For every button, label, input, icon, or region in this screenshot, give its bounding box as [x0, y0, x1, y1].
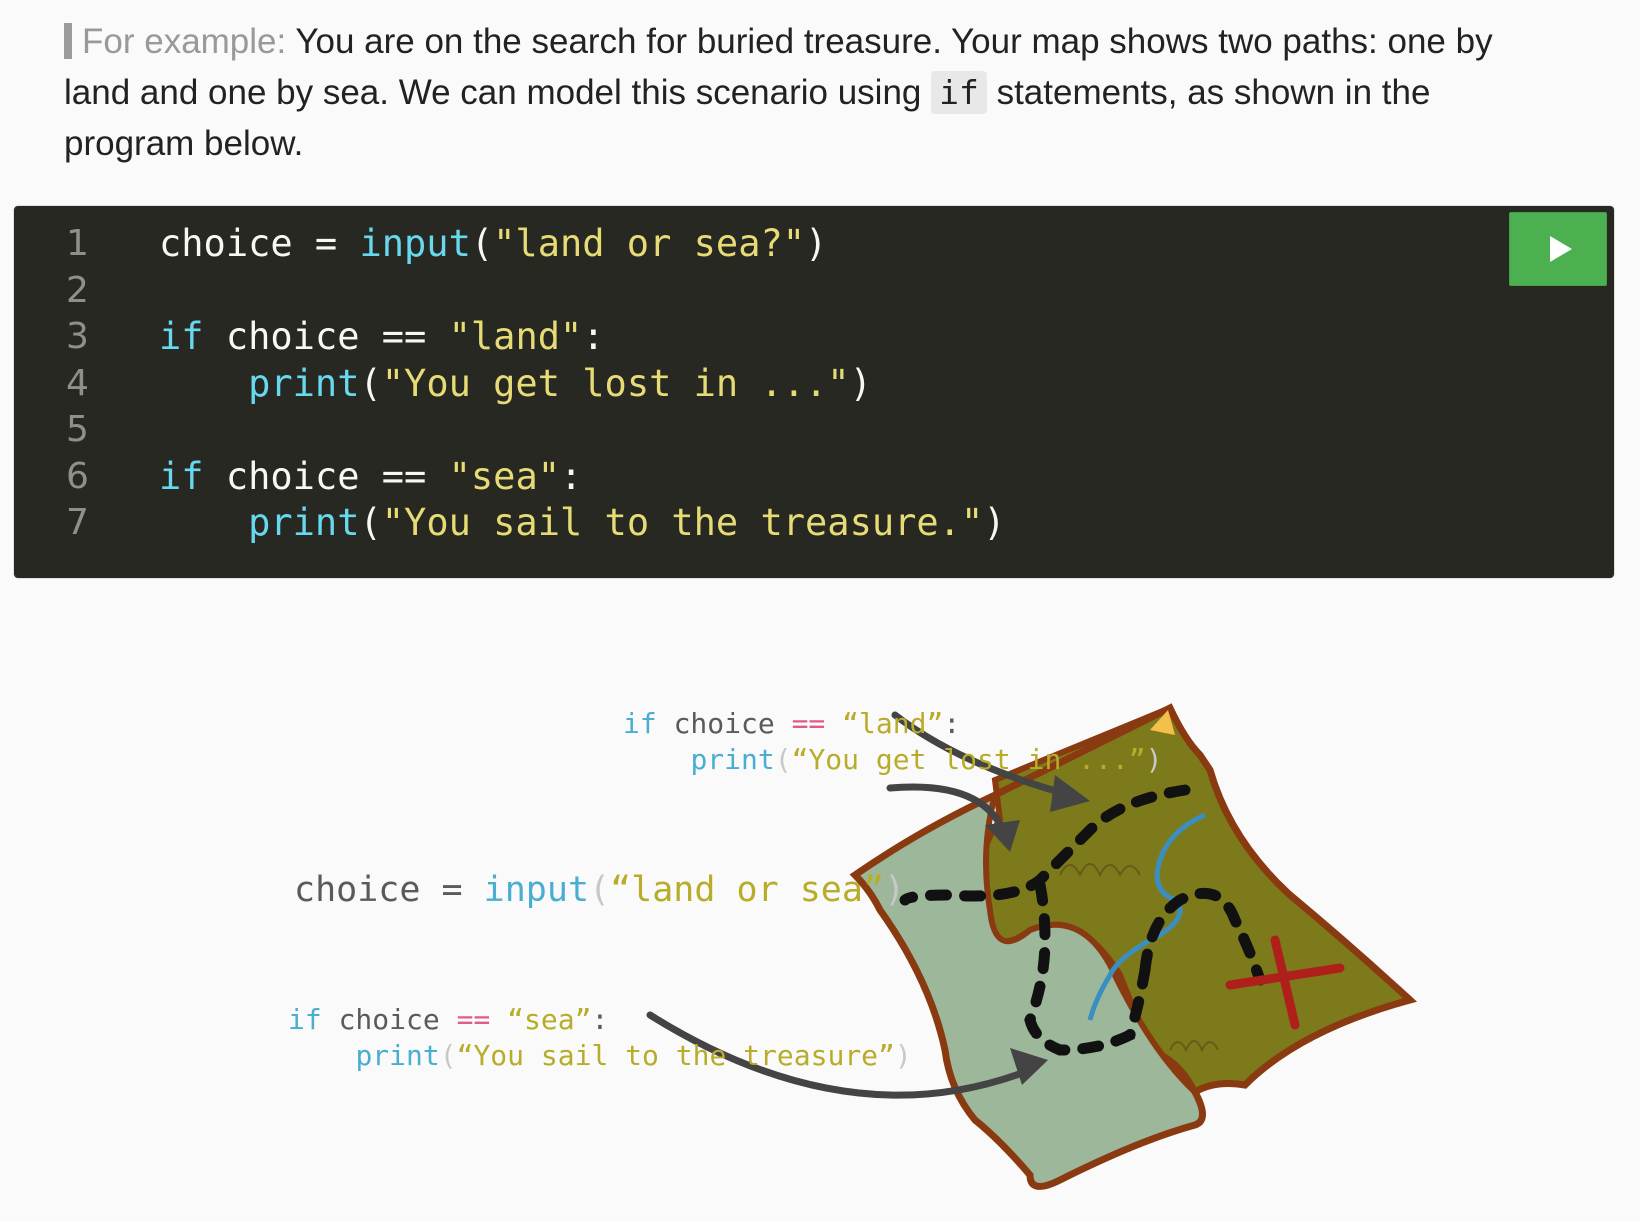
code-token: ( — [359, 501, 382, 544]
code-token: "land" — [448, 315, 583, 358]
annotation-token: “sea” — [507, 1003, 592, 1036]
annotation-token: if — [623, 707, 657, 740]
annotation-token: choice — [294, 870, 421, 910]
annotation-sea: if choice == “sea”: print(“You sail to t… — [288, 930, 912, 1146]
annotation-token — [825, 707, 842, 740]
code-token: choice — [159, 222, 293, 265]
line-number: 2 — [66, 269, 89, 311]
code-token: "sea" — [448, 454, 561, 498]
line-number: 1 — [66, 223, 89, 264]
annotation-token: if — [288, 1003, 322, 1036]
annotation-token — [490, 1003, 507, 1036]
line-source: if choice == "sea": — [159, 453, 582, 501]
annotation-token: ( — [589, 870, 611, 910]
annotation-token — [288, 1039, 355, 1072]
annotation-token: : — [591, 1003, 609, 1036]
quote-bar — [64, 23, 72, 59]
line-source: print("You sail to the treasure.") — [159, 499, 1006, 547]
line-source: if choice == "land": — [159, 313, 605, 361]
code-token: : — [582, 315, 605, 358]
annotation-token: ) — [1145, 743, 1163, 776]
code-token: ) — [983, 501, 1006, 544]
code-token: ) — [805, 222, 828, 265]
annotation-token: “land or sea” — [610, 870, 885, 910]
annotation-token: input — [483, 870, 590, 910]
annotation-token: ( — [439, 1039, 457, 1072]
code-token: "land or sea?" — [493, 222, 806, 265]
annotation-token: print — [690, 743, 775, 776]
code-token: ( — [359, 361, 382, 405]
annotation-token: ( — [774, 743, 792, 776]
code-token: "You get lost in ..." — [381, 361, 850, 405]
annotation-token: “land” — [842, 707, 944, 740]
code-token: if — [159, 454, 204, 498]
annotation-token: ) — [894, 1039, 912, 1072]
annotation-token: choice — [656, 707, 792, 740]
treasure-map-illustration: if choice == “land”: print(“You get lost… — [0, 580, 1640, 1216]
code-token: : — [560, 454, 583, 498]
annotation-token: == — [791, 707, 826, 740]
annotation-token: : — [943, 707, 961, 740]
code-token: print — [248, 501, 360, 544]
line-number: 5 — [66, 409, 89, 450]
code-token: = — [292, 222, 360, 265]
run-button[interactable] — [1509, 212, 1607, 286]
line-source: choice = input("land or sea?") — [159, 220, 827, 268]
code-token: print — [248, 361, 360, 405]
annotation-token: “You get lost in ...” — [791, 743, 1146, 776]
code-token: ) — [849, 361, 872, 405]
inline-code-if: if — [931, 71, 987, 114]
line-source: print("You get lost in ...") — [159, 360, 872, 408]
code-token: choice — [203, 454, 382, 498]
annotation-token: print — [355, 1039, 440, 1072]
code-token: if — [159, 315, 204, 358]
line-number: 7 — [66, 502, 89, 543]
line-number: 3 — [66, 316, 89, 357]
code-token: input — [359, 222, 471, 265]
code-token: ( — [470, 222, 494, 265]
code-token: == — [381, 315, 427, 358]
annotation-token: == — [456, 1003, 491, 1036]
code-token: == — [381, 454, 427, 498]
code-token: "You sail to the treasure." — [381, 501, 984, 544]
code-editor[interactable]: 1 choice = input("land or sea?") 2 3 if choi… — [14, 206, 1614, 578]
annotation-token: “You sail to the treasure” — [456, 1039, 895, 1072]
annotation-token: ) — [884, 870, 906, 910]
annotation-token — [623, 743, 690, 776]
intro-paragraph: For example: You are on the search for b… — [64, 16, 1534, 169]
annotation-token: choice — [321, 1003, 457, 1036]
annotation-token: = — [420, 870, 484, 910]
intro-lead: For example: — [82, 22, 287, 61]
play-icon — [1550, 236, 1572, 262]
line-number: 4 — [66, 362, 89, 404]
code-token: choice — [203, 315, 382, 358]
line-number: 6 — [66, 455, 89, 497]
